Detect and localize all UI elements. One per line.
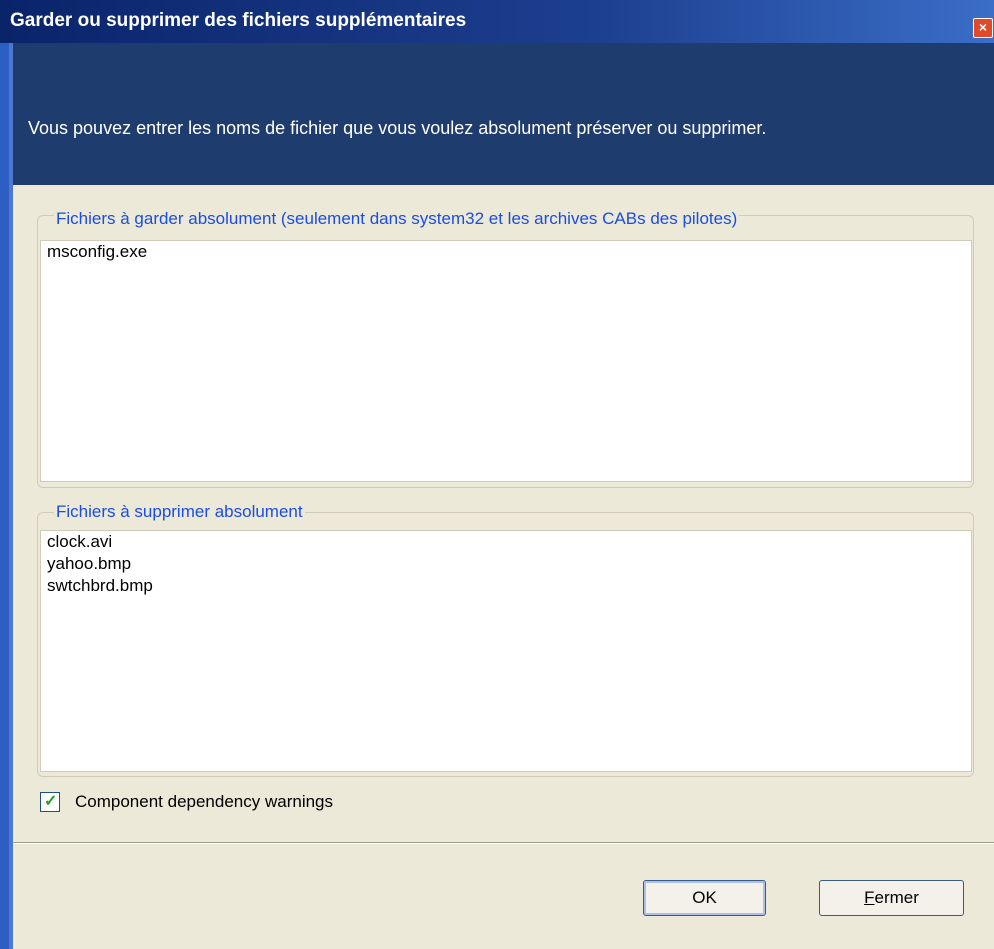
ok-button[interactable]: OK — [643, 880, 766, 916]
button-divider — [13, 842, 994, 844]
title-bar[interactable]: Garder ou supprimer des fichiers supplém… — [0, 0, 994, 43]
window-title: Garder ou supprimer des fichiers supplém… — [10, 10, 467, 31]
dependency-warnings-checkbox[interactable]: ✓ — [40, 792, 60, 812]
dialog-window: Garder ou supprimer des fichiers supplém… — [0, 0, 994, 949]
close-button[interactable]: Fermer — [819, 880, 964, 916]
list-item[interactable]: msconfig.exe — [41, 241, 971, 263]
checkmark-icon: ✓ — [44, 793, 58, 810]
delete-files-legend: Fichiers à supprimer absolument — [54, 502, 305, 522]
list-item[interactable]: yahoo.bmp — [41, 553, 971, 575]
description-banner: Vous pouvez entrer les noms de fichier q… — [13, 43, 994, 185]
dependency-warnings-label[interactable]: Component dependency warnings — [75, 792, 333, 812]
list-item[interactable]: swtchbrd.bmp — [41, 575, 971, 597]
keep-files-legend: Fichiers à garder absolument (seulement … — [54, 209, 740, 229]
close-icon[interactable]: × — [973, 18, 993, 38]
list-item[interactable]: clock.avi — [41, 531, 971, 553]
delete-files-list[interactable]: clock.avi yahoo.bmp swtchbrd.bmp — [40, 530, 972, 772]
ok-button-label: OK — [692, 888, 717, 907]
close-button-label: ermer — [874, 888, 919, 907]
keep-files-list[interactable]: msconfig.exe — [40, 240, 972, 482]
close-button-mnemonic: F — [864, 888, 875, 907]
description-text: Vous pouvez entrer les noms de fichier q… — [28, 118, 767, 138]
